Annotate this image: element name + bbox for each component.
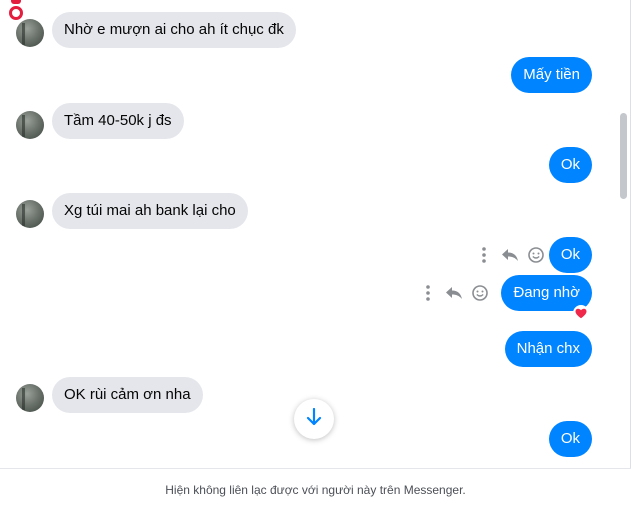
message-actions (418, 275, 490, 311)
message-bubble-outgoing[interactable]: Nhận chx (504, 331, 592, 367)
unavailable-notice: Hiện không liên lạc được với người này t… (165, 483, 466, 497)
message-bubble-outgoing[interactable]: Ok (548, 421, 592, 457)
message-bubble-outgoing[interactable]: Ok (548, 237, 592, 273)
recording-indicator-top (11, 0, 21, 4)
message-row: Nhận chx (0, 331, 606, 371)
scroll-to-bottom-button[interactable] (294, 399, 334, 439)
conversation-panel: Nhờ e mượn ai cho ah ít chục đk Mấy tiền… (0, 0, 631, 468)
scrollbar-thumb[interactable] (620, 113, 627, 199)
scrollbar[interactable] (609, 0, 627, 468)
arrow-down-icon (306, 407, 322, 431)
emoji-icon[interactable] (526, 245, 546, 265)
message-bubble-outgoing[interactable]: Mấy tiền (511, 57, 592, 93)
message-row: Xg túi mai ah bank lại cho (0, 188, 606, 229)
reply-icon[interactable] (500, 245, 520, 265)
message-row: Tầm 40-50k j đs (0, 98, 606, 139)
emoji-icon[interactable] (470, 283, 490, 303)
message-row: Mấy tiền (0, 57, 606, 97)
message-row: Nhờ e mượn ai cho ah ít chục đk (0, 9, 606, 49)
message-bubble-outgoing[interactable]: Ok (548, 147, 592, 183)
message-bubble-incoming[interactable]: Tầm 40-50k j đs (52, 103, 184, 139)
reply-icon[interactable] (444, 283, 464, 303)
avatar[interactable] (16, 200, 44, 228)
more-icon[interactable] (418, 283, 438, 303)
message-bubble-incoming[interactable]: OK rùi cảm ơn nha (52, 377, 203, 413)
message-row: Ok (0, 147, 606, 187)
message-row: Ok (0, 237, 606, 277)
avatar[interactable] (16, 19, 44, 47)
footer: Hiện không liên lạc được với người này t… (0, 468, 631, 507)
avatar[interactable] (16, 111, 44, 139)
more-icon[interactable] (474, 245, 494, 265)
message-actions (474, 237, 546, 273)
heart-reaction-icon[interactable] (573, 305, 589, 321)
avatar[interactable] (16, 384, 44, 412)
message-row: Đang nhờ (0, 275, 606, 321)
message-bubble-incoming[interactable]: Nhờ e mượn ai cho ah ít chục đk (52, 12, 296, 48)
message-bubble-incoming[interactable]: Xg túi mai ah bank lại cho (52, 193, 248, 229)
